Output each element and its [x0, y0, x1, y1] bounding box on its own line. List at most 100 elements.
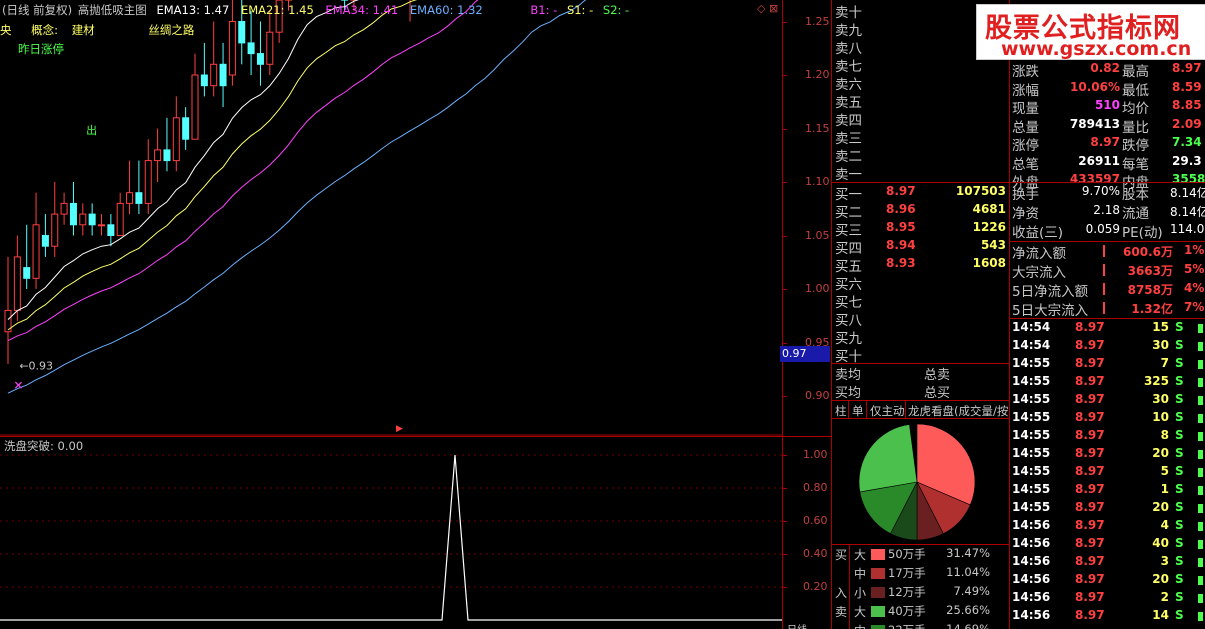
quote-value: 8.59: [1172, 79, 1202, 94]
flow-percent: 7%: [1184, 300, 1205, 314]
price-tick-mark: [783, 396, 787, 397]
tick-direction: S: [1175, 392, 1184, 406]
quote-label: 量比: [1122, 119, 1149, 136]
concept-item-1[interactable]: 建材: [72, 23, 95, 37]
buy-level-label: 买六: [835, 277, 862, 293]
price-tick-mark: [783, 235, 787, 237]
chart-settings-icon[interactable]: ◇: [757, 2, 765, 15]
quote-value: 0.059: [1085, 222, 1120, 236]
tab-single[interactable]: 单: [852, 403, 864, 419]
tick-price: 8.97: [1075, 482, 1105, 496]
tick-price: 8.97: [1075, 374, 1105, 388]
tick-price: 8.97: [1075, 356, 1105, 370]
tick-time: 14:55: [1012, 482, 1051, 496]
sell-level-label: 卖三: [835, 131, 862, 147]
tab-dragon-tiger[interactable]: 龙虎看盘(成交量/按: [908, 403, 1008, 419]
candle-body: [135, 192, 143, 204]
ema34-line: [7, 0, 479, 342]
tick-direction: S: [1175, 464, 1184, 478]
order-book: 卖十 卖九 卖八 卖七 卖六 卖五 卖四 卖三 卖二 卖一 买一 8.97 107503 买二 8.96 4…: [832, 0, 1010, 401]
tick-volume: 10: [1152, 410, 1169, 424]
tick-price: 8.97: [1075, 518, 1105, 532]
candle-body: [126, 192, 134, 204]
buy-level-label: 买五: [835, 259, 862, 275]
kline-svg: ✕✕✕✕✕✕出出逃出出逃出减减进←1.56←0.93: [0, 0, 782, 436]
current-price: 0.97: [782, 347, 807, 360]
buy-level-price[interactable]: 8.97: [886, 184, 916, 198]
price-tick: 1.05: [805, 228, 830, 242]
flow-label: 5日净流入额: [1012, 284, 1089, 300]
sub-tick-mark: [783, 488, 787, 489]
price-tick: 1.15: [805, 121, 830, 135]
candle-body: [256, 53, 264, 65]
quote-value: 2.18: [1093, 203, 1120, 217]
pie-legend-pct: 7.49%: [953, 584, 990, 598]
price-tick: 0.90: [805, 389, 830, 402]
current-price-box: 0.97: [780, 346, 830, 362]
tick-list[interactable]: 14:54 8.97 15 S 14:54 8.97 30 S 14:55 8.97 7 S 14:55…: [1010, 319, 1205, 629]
flow-label: 净流入额: [1012, 246, 1066, 262]
buy-level-label: 买八: [835, 313, 862, 329]
tick-price: 8.97: [1075, 536, 1105, 550]
candle-body: [13, 256, 21, 311]
tab-div-2: [866, 401, 867, 419]
concept-line: 央 概念: 建材 丝绸之路: [0, 22, 194, 38]
avg-sell-label: 卖均: [835, 368, 862, 383]
indicator-name[interactable]: 高抛低吸主图: [78, 3, 147, 17]
quote-value: 510: [1094, 98, 1120, 112]
tab-active-only[interactable]: 仅主动: [870, 403, 905, 419]
quote-value: 10.06%: [1070, 79, 1120, 94]
tick-extra: [1198, 504, 1203, 513]
tick-time: 14:56: [1012, 590, 1051, 604]
quote-label: 现量: [1012, 101, 1039, 117]
buy-level-price[interactable]: 8.94: [886, 238, 916, 252]
s2-value: S2: -: [602, 3, 630, 17]
pie-legend: 买大 50万手 31.47% 中 17万手 11.04% 入小 12万手 7.49% 卖大 40万手…: [832, 545, 1010, 629]
tick-time: 14:55: [1012, 446, 1051, 460]
signal-marker: ✕: [13, 378, 23, 392]
tab-column[interactable]: 柱: [835, 403, 847, 419]
sell-level-label: 卖二: [835, 149, 862, 165]
price-tick: 1.20: [805, 68, 830, 81]
buy-level-price[interactable]: 8.93: [886, 256, 916, 270]
candle-body: [200, 74, 208, 87]
pie-legend-pct: 11.04%: [946, 565, 990, 579]
candle-body: [228, 21, 236, 76]
tick-time: 14:55: [1012, 356, 1051, 370]
buy-level-price[interactable]: 8.96: [886, 202, 916, 216]
tick-time: 14:56: [1012, 572, 1051, 586]
quote-label: 均价: [1122, 101, 1149, 117]
tick-time: 14:56: [1012, 554, 1051, 568]
sub-chart[interactable]: 洗盘突破: 0.00: [0, 437, 782, 629]
candle-body: [51, 213, 59, 247]
candle-body: [210, 63, 218, 87]
s1-value: S1: -: [566, 3, 594, 17]
tab-bar: 柱 单 仅主动 龙虎看盘(成交量/按: [832, 400, 1010, 419]
tick-direction: S: [1175, 410, 1184, 424]
tick-time: 14:56: [1012, 536, 1051, 550]
ema60-value: EMA60: 1.32: [409, 3, 483, 17]
tick-extra: [1198, 414, 1203, 423]
sell-level-label: 卖四: [835, 113, 862, 129]
flow-value: 600.6万: [1123, 245, 1173, 259]
tick-time: 14:55: [1012, 428, 1051, 442]
watermark-box: 股票公式指标网 www.gszx.com.cn: [976, 4, 1205, 60]
flow-label: 大宗流入: [1012, 265, 1066, 281]
concept-item-2[interactable]: 丝绸之路: [148, 23, 194, 37]
buy-level-price[interactable]: 8.95: [886, 220, 916, 234]
pane-resize-marker[interactable]: ▶: [396, 424, 403, 434]
tick-direction: S: [1175, 608, 1184, 622]
kline-chart[interactable]: ✕✕✕✕✕✕出出逃出出逃出减减进←1.56←0.93: [0, 0, 782, 436]
avg-buy-label: 买均: [835, 386, 862, 401]
quote-label: 涨停: [1012, 138, 1039, 154]
yesterday-limit-up: 昨日涨停: [18, 42, 64, 56]
watermark-url: www.gszx.com.cn: [1001, 38, 1192, 60]
tick-direction: S: [1175, 320, 1184, 334]
chart-close-icon[interactable]: ⊠: [769, 2, 778, 15]
price-tick-mark: [783, 21, 787, 23]
tick-price: 8.97: [1075, 428, 1105, 442]
price-tick: 1.10: [805, 175, 830, 188]
sub-tick: 1.00: [803, 448, 828, 461]
ema21-line: [7, 0, 418, 331]
sub-tick: 0.40: [803, 547, 828, 560]
